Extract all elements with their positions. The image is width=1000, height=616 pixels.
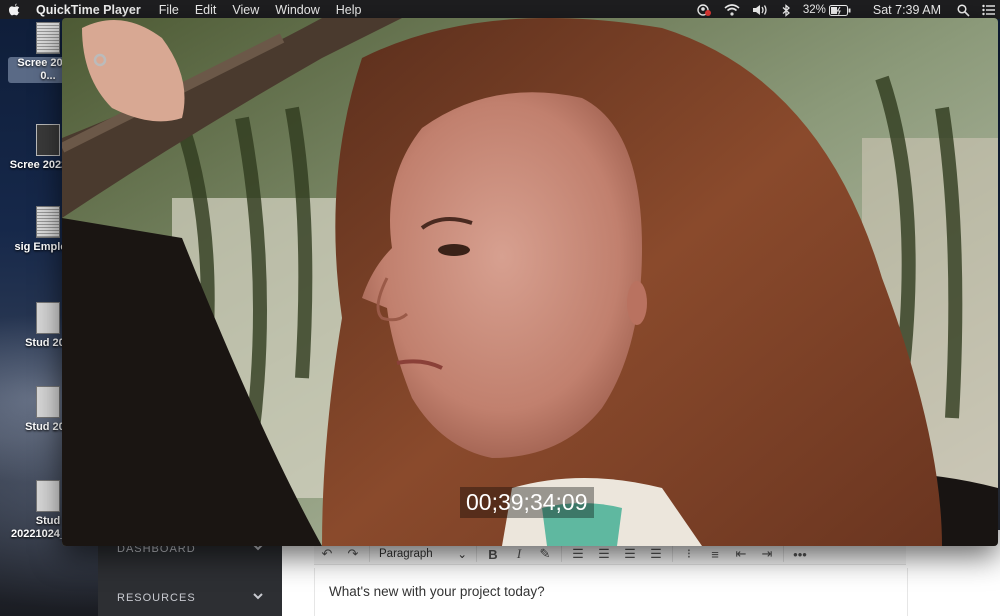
italic-icon: I bbox=[516, 546, 522, 561]
file-thumbnail bbox=[36, 124, 60, 156]
bluetooth-icon[interactable] bbox=[782, 2, 791, 17]
toolbar-divider bbox=[672, 546, 673, 562]
bulleted-list-icon: ⁝ bbox=[686, 546, 692, 561]
redo-button[interactable]: ↷ bbox=[340, 544, 366, 564]
toolbar-divider bbox=[783, 546, 784, 562]
clock[interactable]: Sat 7:39 AM bbox=[873, 3, 941, 17]
align-center-button[interactable]: ☰ bbox=[591, 544, 617, 564]
volume-icon[interactable] bbox=[752, 3, 770, 17]
align-left-icon: ☰ bbox=[572, 546, 584, 561]
file-thumbnail bbox=[36, 480, 60, 512]
editor-toolbar: ↶ ↷ Paragraph ⌄ B I ✎ ☰ ☰ ☰ ☰ ⁝ ≡ ⇤ ⇥ ••… bbox=[314, 544, 906, 565]
italic-button[interactable]: I bbox=[506, 544, 532, 564]
file-thumbnail bbox=[36, 206, 60, 238]
align-right-icon: ☰ bbox=[624, 546, 636, 561]
quicktime-window[interactable]: 00;39;34;09 bbox=[62, 18, 998, 546]
status-area: 32% Sat 7:39 AM bbox=[696, 0, 1000, 19]
toolbar-divider bbox=[476, 546, 477, 562]
paragraph-format-value: Paragraph bbox=[379, 548, 433, 560]
menu-help[interactable]: Help bbox=[336, 3, 362, 17]
app-menu[interactable]: QuickTime Player bbox=[36, 3, 141, 17]
user-record-icon[interactable] bbox=[696, 2, 712, 17]
file-thumbnail bbox=[36, 386, 60, 418]
chevron-down-icon bbox=[252, 590, 264, 602]
file-thumbnail bbox=[36, 302, 60, 334]
battery-icon[interactable] bbox=[828, 3, 851, 17]
indent-icon: ⇥ bbox=[761, 546, 773, 561]
bold-button[interactable]: B bbox=[480, 544, 506, 564]
indent-button[interactable]: ⇥ bbox=[754, 544, 780, 564]
video-frame[interactable] bbox=[62, 18, 998, 546]
outdent-button[interactable]: ⇤ bbox=[728, 544, 754, 564]
menu-file[interactable]: File bbox=[159, 3, 179, 17]
sidebar-item-resources[interactable]: RESOURCES bbox=[98, 583, 282, 613]
sidebar-item-label: RESOURCES bbox=[117, 592, 196, 604]
menu-bar: QuickTime Player File Edit View Window H… bbox=[0, 0, 1000, 19]
spotlight-icon[interactable] bbox=[957, 2, 970, 17]
align-left-button[interactable]: ☰ bbox=[565, 544, 591, 564]
menu-edit[interactable]: Edit bbox=[195, 3, 217, 17]
menu-view[interactable]: View bbox=[232, 3, 259, 17]
apple-icon[interactable] bbox=[0, 2, 28, 18]
bulleted-list-button[interactable]: ⁝ bbox=[676, 544, 702, 564]
outdent-icon: ⇤ bbox=[735, 546, 747, 561]
bold-icon: B bbox=[488, 546, 498, 562]
more-options-button[interactable]: ••• bbox=[787, 544, 813, 564]
menu-window[interactable]: Window bbox=[275, 3, 319, 17]
chevron-down-icon: ⌄ bbox=[457, 549, 467, 561]
numbered-list-icon: ≡ bbox=[711, 546, 719, 562]
wifi-icon[interactable] bbox=[724, 3, 740, 17]
undo-button[interactable]: ↶ bbox=[314, 544, 340, 564]
highlight-pen-icon: ✎ bbox=[539, 546, 551, 561]
video-timecode: 00;39;34;09 bbox=[460, 487, 594, 518]
align-right-button[interactable]: ☰ bbox=[617, 544, 643, 564]
editor-placeholder: What's new with your project today? bbox=[329, 584, 545, 599]
file-thumbnail bbox=[36, 22, 60, 54]
toolbar-divider bbox=[369, 546, 370, 562]
numbered-list-button[interactable]: ≡ bbox=[702, 544, 728, 564]
control-center-icon[interactable] bbox=[982, 3, 995, 17]
battery-percent: 32% bbox=[802, 3, 826, 16]
highlight-color-button[interactable]: ✎ bbox=[532, 544, 558, 564]
post-editor[interactable]: What's new with your project today? bbox=[314, 568, 908, 616]
align-justify-button[interactable]: ☰ bbox=[643, 544, 669, 564]
paragraph-format-select[interactable]: Paragraph ⌄ bbox=[373, 545, 473, 563]
undo-icon: ↶ bbox=[321, 546, 333, 561]
align-justify-icon: ☰ bbox=[650, 546, 662, 561]
redo-icon: ↷ bbox=[347, 546, 359, 561]
more-icon: ••• bbox=[793, 546, 807, 562]
align-center-icon: ☰ bbox=[598, 546, 610, 561]
toolbar-divider bbox=[561, 546, 562, 562]
